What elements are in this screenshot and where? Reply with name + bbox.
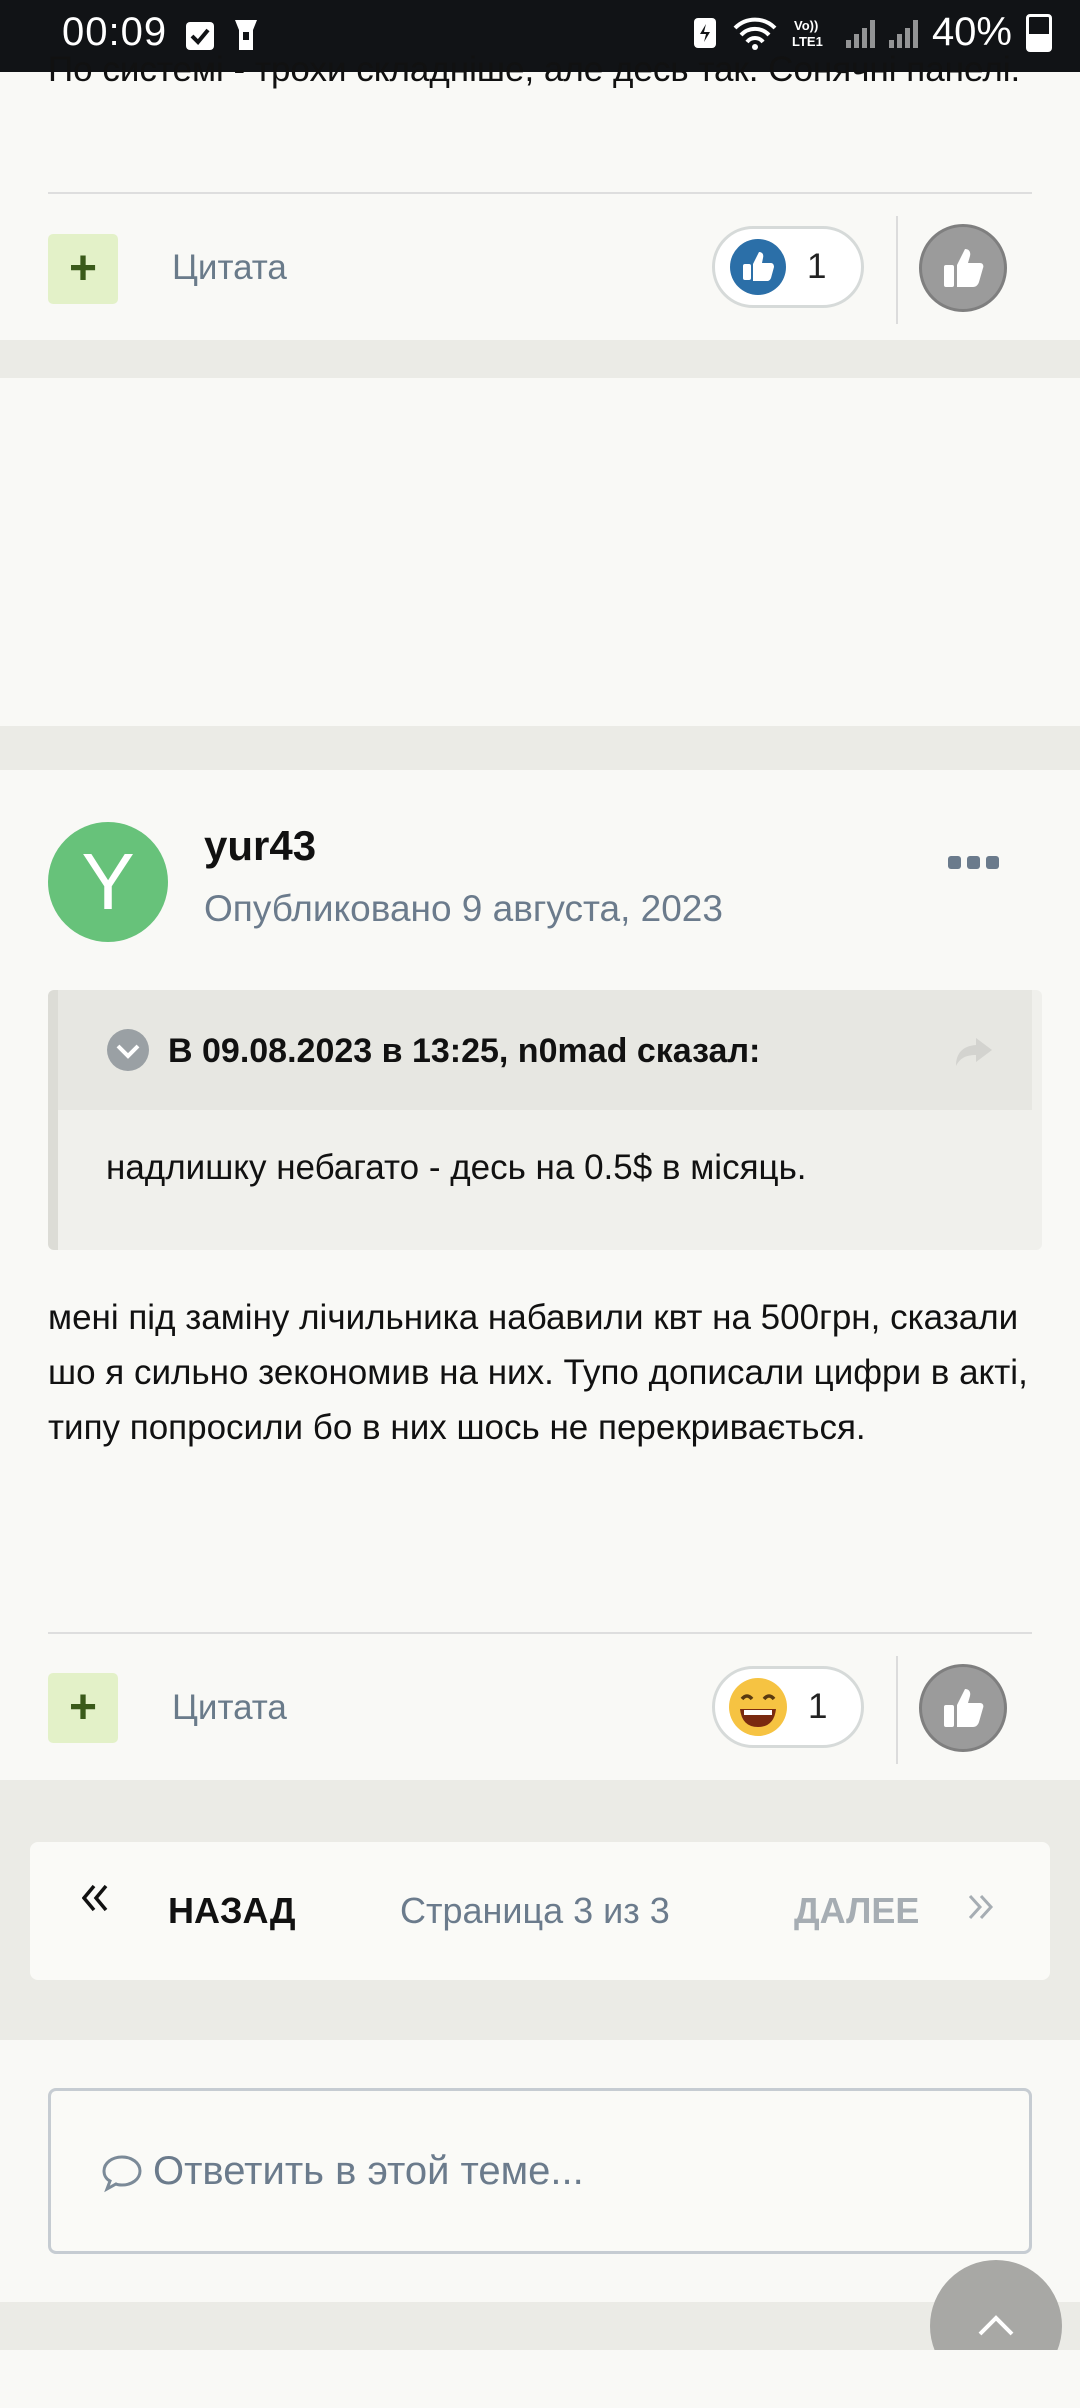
prev-page-label[interactable]: НАЗАД [168,1890,296,1932]
quote-title: В 09.08.2023 в 13:25, n0mad сказал: [168,1032,761,1070]
svg-text:Vo)): Vo)) [794,18,818,33]
double-chevron-left-icon [81,1884,108,1912]
divider [48,192,1032,194]
reply-panel: Ответить в этой теме... [0,2040,1080,2302]
reaction-separator [896,1656,898,1764]
reaction-summary[interactable]: 1 [712,226,864,308]
reply-placeholder: Ответить в этой теме... [153,2149,584,2193]
reaction-separator [896,216,898,324]
chevron-up-icon [978,2315,1014,2336]
footer-panel [0,2350,1080,2408]
next-page-button [968,1892,994,1927]
chevron-down-icon[interactable] [106,1028,150,1072]
ad-placeholder [0,378,1080,726]
reaction-count: 1 [807,247,827,286]
thumbs-up-icon [944,249,984,287]
double-chevron-right-icon [968,1894,994,1920]
more-options-icon[interactable] [948,856,999,869]
comment-icon [102,2155,142,2193]
reaction-summary[interactable]: 1 [712,1666,864,1748]
divider [48,1632,1032,1634]
reply-input[interactable]: Ответить в этой теме... [48,2088,1032,2254]
quoted-post: В 09.08.2023 в 13:25, n0mad сказал: надл… [48,990,1042,1250]
previous-post-text: По системі - трохи складніше, але десь т… [48,50,1021,89]
laughing-face-icon [729,1678,787,1736]
avatar-letter: Y [81,837,135,926]
post-body: мені під заміну лічильника набавили квт … [48,1298,1028,1447]
multiquote-button[interactable]: + [48,1673,118,1743]
go-to-quote-icon[interactable] [954,1036,994,1070]
battery-icon [1026,13,1052,52]
thumbs-up-blue-icon [730,239,786,295]
quote-body: надлишку небагато - десь на 0.5$ в місяц… [106,1148,807,1187]
prev-page-button[interactable] [81,1882,110,1919]
next-page-label: ДАЛЕЕ [794,1890,920,1931]
pagination: НАЗАД Страница 3 из 3 ДАЛЕЕ [30,1842,1050,1980]
post-date: Опубликовано 9 августа, 2023 [204,888,723,929]
thumbs-up-icon [944,1689,984,1727]
like-button[interactable] [919,224,1007,312]
page-info: Страница 3 из 3 [400,1890,670,1931]
post: Y yur43 Опубликовано 9 августа, 2023 В 0… [0,770,1080,1780]
quote-link[interactable]: Цитата [172,1688,287,1728]
reaction-count: 1 [808,1687,828,1726]
quote-link[interactable]: Цитата [172,248,287,288]
quote-header: В 09.08.2023 в 13:25, n0mad сказал: [58,990,1032,1110]
avatar[interactable]: Y [48,822,168,942]
post-author[interactable]: yur43 [204,822,316,870]
previous-post: По системі - трохи складніше, але десь т… [0,50,1080,340]
multiquote-button[interactable]: + [48,234,118,304]
like-button[interactable] [919,1664,1007,1752]
